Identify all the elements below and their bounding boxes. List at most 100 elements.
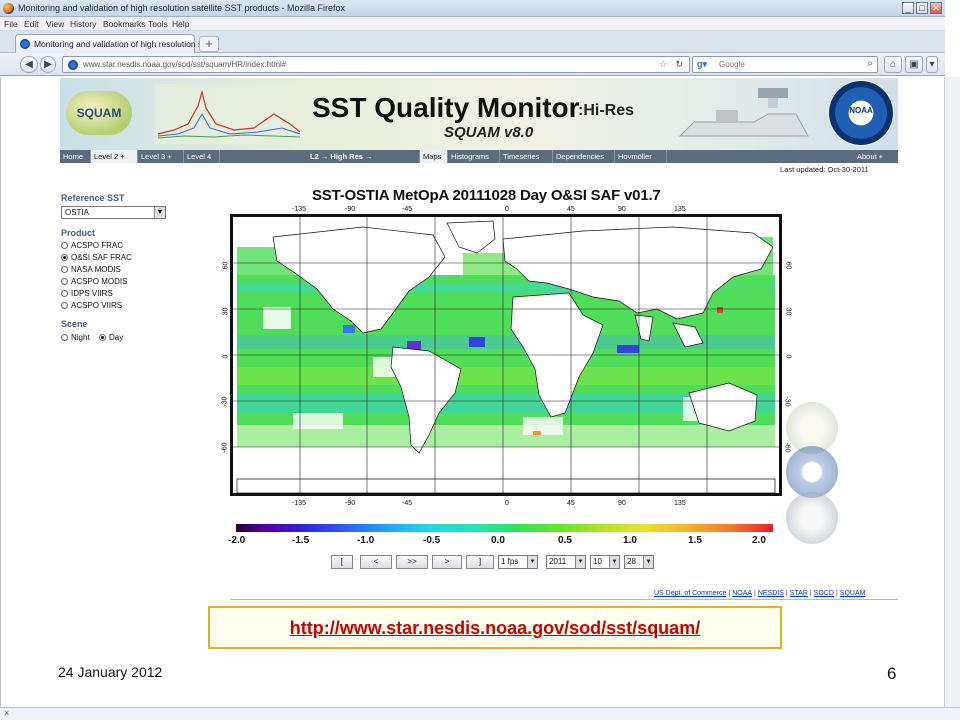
back-button[interactable]: ◀ (20, 56, 38, 73)
radio-label: ACSPO MODIS (71, 277, 128, 286)
menu-bookmarks[interactable]: Bookmarks (103, 19, 146, 29)
search-box[interactable]: g▾ Google ⌕ (692, 56, 878, 73)
nav-dependencies[interactable]: Dependencies (553, 150, 615, 163)
lat-tick-right: 0 (784, 354, 792, 359)
footer-link-star[interactable]: STAR (790, 590, 808, 597)
new-tab-button[interactable]: + (199, 36, 219, 52)
banner-subtitle: :Hi-Res (578, 102, 635, 119)
radio-indicator (61, 334, 68, 341)
maximize-button[interactable]: □ (916, 2, 928, 14)
nav-hovmoller[interactable]: Hovmöller (615, 150, 667, 163)
noaa-logo[interactable]: NOAA (828, 80, 894, 146)
squam-logo[interactable]: SQUAM (66, 91, 132, 135)
menu-file[interactable]: File (4, 19, 18, 29)
lon-tick-top: 45 (567, 206, 575, 213)
product-radio-acspo-viirs[interactable]: ACSPO VIIRS (61, 301, 122, 310)
reload-icon[interactable]: ↻ (675, 59, 683, 70)
home-icon[interactable]: ⌂ (884, 56, 902, 73)
lon-tick-bottom: 135 (674, 500, 686, 507)
nav-maps[interactable]: Maps (420, 150, 448, 163)
footer-separator: | (728, 590, 731, 597)
google-engine-icon[interactable]: g▾ (697, 59, 713, 70)
last-frame-button[interactable]: ] (466, 555, 494, 569)
close-findbar-icon[interactable]: × (4, 708, 9, 718)
nav-timeseries[interactable]: Timeseries (500, 150, 553, 163)
radio-indicator (61, 278, 68, 285)
scene-radio-night[interactable]: Night (61, 333, 90, 342)
radio-label: ACSPO FRAC (71, 241, 124, 250)
menu-chevron-icon[interactable]: ▾ (926, 56, 938, 73)
colorbar-label: -2.0 (228, 535, 246, 546)
search-magnifier-icon[interactable]: ⌕ (867, 58, 873, 69)
menu-view[interactable]: View (46, 19, 64, 29)
reference-sst-select[interactable]: OSTIA ▼ (61, 206, 166, 219)
window-title: Monitoring and validation of high resolu… (18, 3, 345, 13)
dropdown-arrow-icon: ▼ (575, 556, 585, 568)
radio-label: IDPS VIIRS (71, 289, 113, 298)
menu-help[interactable]: Help (172, 19, 189, 29)
url-callout: http://www.star.nesdis.noaa.gov/sod/sst/… (208, 606, 782, 649)
radio-indicator (99, 334, 106, 341)
lat-tick-left: 30 (222, 307, 230, 316)
product-radio-acspo-modis[interactable]: ACSPO MODIS (61, 277, 127, 286)
radio-indicator (61, 254, 68, 261)
menu-edit[interactable]: Edit (24, 19, 39, 29)
footer-separator: | (835, 590, 838, 597)
site-identity-icon (68, 60, 78, 70)
close-window-button[interactable]: ✕ (930, 2, 942, 14)
product-radio-osi-saf-frac[interactable]: O&SI SAF FRAC (61, 253, 132, 262)
addon-icon[interactable]: ▣ (905, 56, 923, 73)
minimize-button[interactable]: _ (902, 2, 914, 14)
footer-link-nesdis[interactable]: NESDIS (758, 590, 784, 597)
nav-level4[interactable]: Level 4 (184, 150, 220, 163)
bookmark-star-icon[interactable]: ☆ (659, 59, 667, 70)
dropdown-arrow-icon: ▼ (609, 556, 619, 568)
menu-history[interactable]: History (70, 19, 96, 29)
year-value: 2011 (549, 557, 567, 566)
nav-home[interactable]: Home (60, 150, 91, 163)
url-bar[interactable]: www.star.nesdis.noaa.gov/sod/sst/squam/H… (62, 56, 690, 73)
last-updated: Last updated: Oct-30-2011 (780, 165, 869, 174)
nav-level3[interactable]: Level 3 + (138, 150, 184, 163)
tab-squam[interactable]: Monitoring and validation of high resolu… (15, 34, 209, 53)
footer-link-commerce[interactable]: US Dept. of Commerce (654, 590, 726, 597)
footer-link-socd[interactable]: SOCD (814, 590, 834, 597)
radio-label: Day (109, 333, 124, 342)
footer-link-noaa[interactable]: NOAA (732, 590, 752, 597)
lat-tick-left: -30 (221, 396, 229, 407)
nav-about[interactable]: About + (667, 150, 898, 163)
nav-level2[interactable]: Level 2 + (91, 150, 138, 163)
lon-tick-top: 90 (618, 206, 626, 213)
forward-button[interactable]: ▶ (40, 56, 56, 73)
footer-link-squam[interactable]: SQUAM (840, 590, 866, 597)
nav-histograms[interactable]: Histograms (448, 150, 500, 163)
product-radio-acspo-frac[interactable]: ACSPO FRAC (61, 241, 123, 250)
first-frame-button[interactable]: [ (331, 555, 353, 569)
lat-tick-right: 60 (784, 261, 792, 270)
year-select[interactable]: 2011 ▼ (546, 555, 586, 569)
footer-separator: | (809, 590, 812, 597)
banner-version: SQUAM v8.0 (444, 124, 534, 141)
product-radio-idps-viirs[interactable]: IDPS VIIRS (61, 289, 113, 298)
colorbar-label: 2.0 (752, 535, 766, 546)
previous-frame-button[interactable]: < (360, 555, 392, 569)
site-navigation: Home Level 2 + Level 3 + Level 4 L2 → Hi… (60, 150, 898, 163)
squam-url-link[interactable]: http://www.star.nesdis.noaa.gov/sod/sst/… (210, 618, 780, 639)
scene-radio-day[interactable]: Day (99, 333, 123, 342)
colorbar-label: 1.0 (623, 535, 637, 546)
vertical-scrollbar[interactable] (944, 77, 960, 707)
menu-tools[interactable]: Tools (148, 19, 168, 29)
fps-select[interactable]: 1 fps ▼ (498, 555, 538, 569)
colorbar-label: -1.5 (292, 535, 310, 546)
lon-tick-top: -90 (345, 206, 356, 213)
next-frame-button[interactable]: > (432, 555, 462, 569)
product-radio-nasa-modis[interactable]: NASA MODIS (61, 265, 121, 274)
satellite-ship-graphic (678, 88, 809, 137)
slide-page-number: 6 (887, 664, 897, 683)
month-select[interactable]: 10 ▼ (590, 555, 620, 569)
lon-tick-bottom: -45 (402, 500, 413, 507)
lon-tick-top: -45 (402, 206, 413, 213)
play-button[interactable]: >> (396, 555, 428, 569)
day-select[interactable]: 28 ▼ (624, 555, 654, 569)
nav-l2-high-res[interactable]: L2 → High Res → (220, 150, 420, 163)
